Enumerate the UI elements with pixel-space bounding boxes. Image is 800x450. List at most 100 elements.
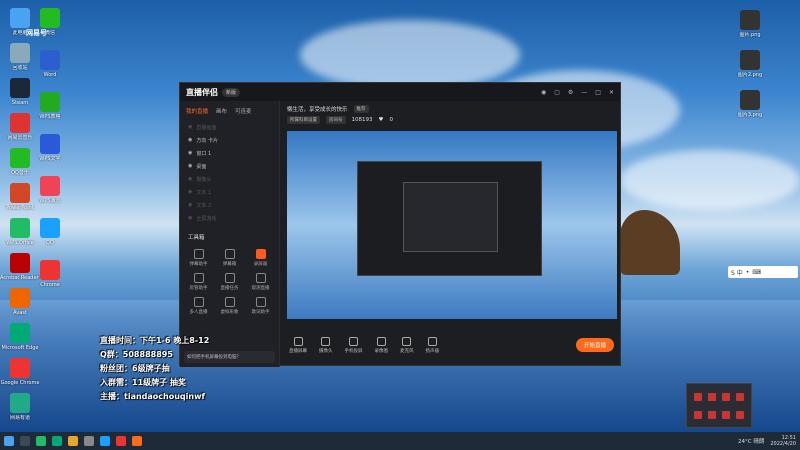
desktop-icon[interactable]: Word — [30, 50, 70, 78]
streaming-app-icon[interactable] — [132, 436, 142, 446]
tool-item[interactable]: 录屏器 — [246, 249, 275, 267]
edge-icon[interactable] — [52, 436, 62, 446]
app-icon — [40, 134, 60, 154]
message-icon[interactable]: ▢ — [554, 89, 560, 96]
source-item[interactable]: ◉ 全屏游戏 — [180, 212, 279, 225]
tray-app-icon[interactable] — [707, 410, 716, 419]
qq-icon[interactable] — [100, 436, 110, 446]
tool-item[interactable]: 观测直播 — [246, 273, 275, 291]
search-icon[interactable] — [20, 436, 30, 446]
tool-icon — [255, 273, 266, 283]
tool-item[interactable]: 弹幕箱 — [215, 249, 244, 267]
eye-icon[interactable]: ◉ — [188, 189, 192, 196]
control-button[interactable]: 直播屏幕 — [289, 336, 307, 354]
source-item[interactable]: ◉ 摄像头 — [180, 173, 279, 186]
keyboard-icon[interactable]: ⌨ — [752, 269, 761, 276]
room-title[interactable]: 懒生活，享受成长的快乐 — [287, 105, 348, 113]
desktop-icon[interactable]: 图片.png — [730, 10, 770, 38]
eye-icon[interactable]: ◉ — [188, 150, 192, 157]
titlebar-icons: ◉ ▢ ⚙ — □ ✕ — [541, 89, 614, 96]
taskview-icon[interactable] — [36, 436, 46, 446]
eye-icon[interactable]: ◉ — [188, 202, 192, 209]
ime-label[interactable]: S 中 — [731, 268, 743, 277]
explorer-icon[interactable] — [68, 436, 78, 446]
desktop-icon[interactable]: WPS文字 — [30, 134, 70, 162]
app-icon — [40, 50, 60, 70]
desktop-icon[interactable]: 图片2.png — [730, 50, 770, 78]
tool-item[interactable]: 弹幕助手 — [184, 249, 213, 267]
stream-preview[interactable] — [287, 131, 617, 319]
start-icon[interactable] — [4, 436, 14, 446]
app-icon — [10, 43, 30, 63]
tray-app-icon[interactable] — [722, 410, 731, 419]
main-panel: 懒生活，享受成长的快乐 推荐 所属科目设置 房间号 108193 ♥ 0 直播屏… — [281, 101, 622, 367]
source-label: 全屏游戏 — [196, 216, 217, 222]
eye-icon[interactable]: ◉ — [188, 137, 192, 144]
clock[interactable]: 12:51 2022/4/20 — [770, 435, 796, 447]
tray-app-icon[interactable] — [693, 410, 702, 419]
source-item[interactable]: ◉ 方向 卡片 — [180, 134, 279, 147]
desktop-icon[interactable]: WPS表格 — [30, 92, 70, 120]
control-button[interactable]: 录像图 — [374, 336, 389, 354]
tray-app-icon[interactable] — [736, 410, 745, 419]
control-icon — [321, 336, 331, 346]
tool-item[interactable]: 房管助手 — [184, 273, 213, 291]
source-item[interactable]: ◉ 文本 2 — [180, 199, 279, 212]
weather[interactable]: 24°C 晴朗 — [738, 437, 764, 445]
tool-item[interactable]: 直播任务 — [215, 273, 244, 291]
chrome-icon[interactable] — [116, 436, 126, 446]
source-item[interactable]: ◉ 直播画面 — [180, 121, 279, 134]
tab-1[interactable]: 画布 — [216, 107, 227, 115]
control-button[interactable]: 摄像头 — [319, 336, 333, 354]
eye-icon[interactable]: ◉ — [188, 163, 192, 170]
room-tag[interactable]: 推荐 — [353, 105, 369, 113]
source-item[interactable]: ◉ 文本 1 — [180, 186, 279, 199]
eye-icon[interactable]: ◉ — [188, 176, 192, 183]
tool-item[interactable]: 歌词助手 — [246, 297, 275, 315]
mic-icon[interactable]: • — [746, 269, 750, 276]
desktop-icon[interactable]: 图片3.png — [730, 90, 770, 118]
version-badge[interactable]: 新版 — [222, 87, 241, 97]
avatar-icon[interactable]: ◉ — [541, 89, 546, 96]
control-button[interactable]: 麦克风 — [400, 336, 414, 354]
category-chip[interactable]: 所属科目设置 — [287, 116, 320, 124]
app-icon — [40, 176, 60, 196]
control-label: 录像图 — [374, 348, 389, 354]
desktop-icon[interactable]: Microsoft Edge — [0, 323, 40, 351]
start-live-button[interactable]: 开始直播 — [575, 338, 614, 352]
system-tray: 24°C 晴朗 12:51 2022/4/20 — [738, 435, 796, 447]
minimize-icon[interactable]: — — [581, 89, 587, 96]
tab-2[interactable]: 可连麦 — [235, 107, 252, 115]
app-icon — [10, 393, 30, 413]
desktop-icon[interactable]: 网易有道 — [0, 393, 40, 421]
close-icon[interactable]: ✕ — [609, 89, 614, 96]
nested-app-preview-inner — [403, 182, 498, 252]
tab-0[interactable]: 我的直播 — [186, 107, 208, 115]
control-button[interactable]: 扬声器 — [426, 336, 439, 354]
room-info: 懒生活，享受成长的快乐 推荐 所属科目设置 房间号 108193 ♥ 0 — [281, 101, 622, 131]
desktop-icon[interactable]: Google Chrome — [0, 358, 40, 386]
settings-icon[interactable]: ⚙ — [568, 89, 573, 96]
source-item[interactable]: ◉ 桌面 — [180, 160, 279, 173]
desktop-icon[interactable]: QQ — [30, 218, 70, 246]
source-label: 窗口 1 — [196, 151, 212, 157]
desktop-icon[interactable]: 微信 — [30, 8, 70, 36]
maximize-icon[interactable]: □ — [595, 89, 601, 96]
eye-icon[interactable]: ◉ — [188, 215, 192, 222]
tray-app-icon[interactable] — [736, 392, 745, 401]
desktop-icon[interactable]: Avast — [0, 288, 40, 316]
desktop-icon[interactable]: Chrome — [30, 260, 70, 288]
app-icon[interactable] — [84, 436, 94, 446]
control-button[interactable]: 手机投屏 — [345, 336, 363, 354]
tray-app-icon[interactable] — [707, 392, 716, 401]
eye-icon[interactable]: ◉ — [188, 124, 192, 131]
tool-item[interactable]: 多人直播 — [184, 297, 213, 315]
desktop-icon[interactable]: WPS演示 — [30, 176, 70, 204]
live-streaming-app-window: 直播伴侣 新版 ◉ ▢ ⚙ — □ ✕ 我的直播 画布 可连麦 ◉ 直播画面 ◉ 方向 卡… — [179, 82, 622, 367]
tool-item[interactable]: 虚拟形象 — [215, 297, 244, 315]
source-item[interactable]: ◉ 窗口 1 — [180, 147, 279, 160]
tray-app-icon[interactable] — [693, 392, 702, 401]
overlay-line: 粉丝团：6级牌子抽 — [100, 364, 170, 373]
ime-toolbar[interactable]: S 中 • ⌨ — [728, 266, 798, 278]
tray-app-icon[interactable] — [722, 392, 731, 401]
